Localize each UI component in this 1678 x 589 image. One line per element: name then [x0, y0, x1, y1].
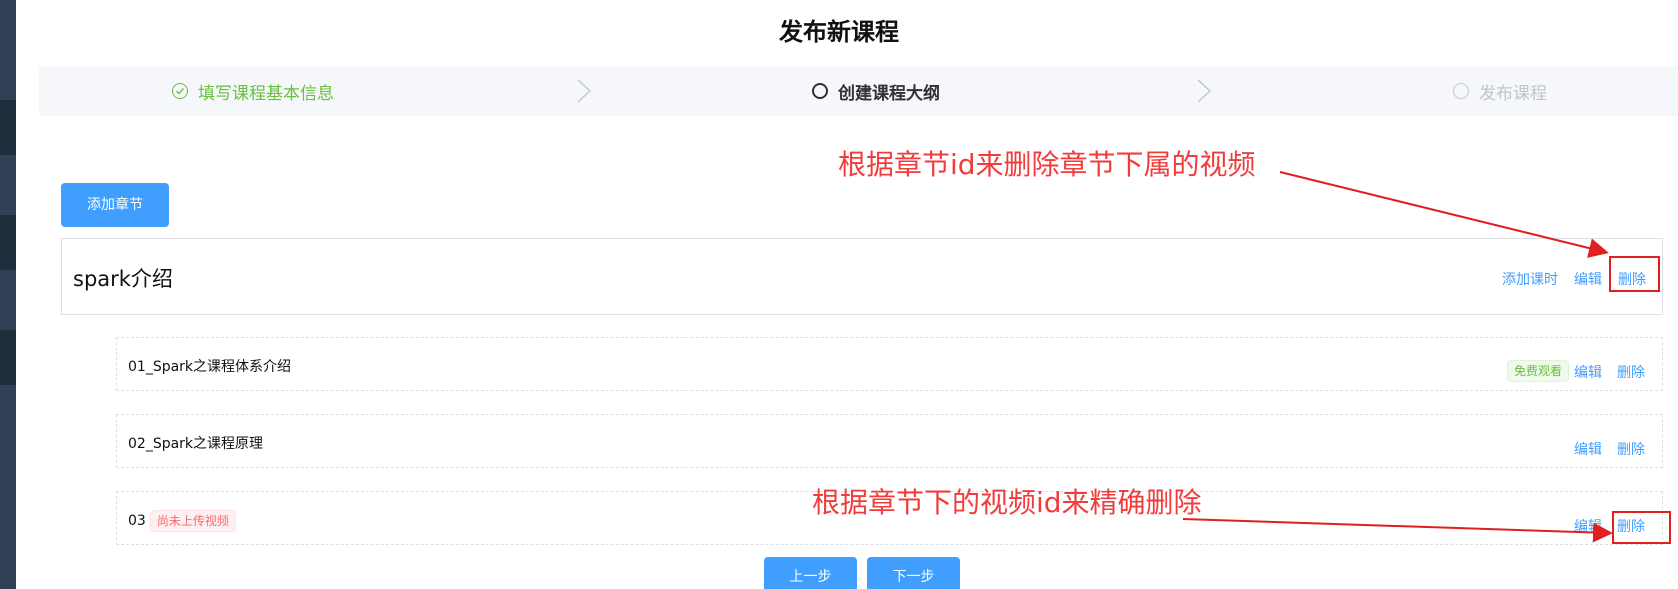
- chevron-right-icon: [571, 78, 597, 104]
- next-step-label: 下一步: [892, 569, 935, 585]
- add-lesson-link[interactable]: 添加课时: [1502, 269, 1558, 289]
- step-label: 填写课程基本信息: [198, 83, 334, 104]
- page: 发布新课程 填写课程基本信息 创建课程大纲 发布课程 添加章节 spark介绍 …: [0, 0, 1678, 589]
- circle-icon: [1453, 83, 1469, 99]
- edit-lesson-link[interactable]: 编辑: [1574, 439, 1602, 459]
- highlight-box-chapter-delete: [1609, 256, 1660, 292]
- add-chapter-button[interactable]: 添加章节: [61, 183, 169, 227]
- step-create-outline: 创建课程大纲: [812, 66, 940, 116]
- delete-lesson-link[interactable]: 删除: [1617, 362, 1645, 382]
- next-step-button[interactable]: 下一步: [867, 557, 960, 589]
- lesson-title-group: 03 尚未上传视频: [128, 510, 236, 532]
- lesson-row: 02_Spark之课程原理 编辑 删除: [116, 414, 1663, 468]
- chapter-title: spark介绍: [73, 267, 173, 291]
- edit-chapter-link[interactable]: 编辑: [1574, 269, 1602, 289]
- page-title: 发布新课程: [779, 18, 899, 46]
- step-publish: 发布课程: [1453, 66, 1547, 116]
- step-label: 创建课程大纲: [838, 83, 940, 104]
- video-not-uploaded-badge: 尚未上传视频: [149, 510, 236, 532]
- lesson-title: 01_Spark之课程体系介绍: [128, 359, 292, 375]
- chevron-right-icon: [1191, 78, 1217, 104]
- sidebar-strip: [0, 0, 16, 589]
- annotation-delete-lesson: 根据章节下的视频id来精确删除: [812, 486, 1202, 519]
- lesson-row: 01_Spark之课程体系介绍 免费观看 编辑 删除: [116, 337, 1663, 391]
- check-circle-icon: [172, 83, 188, 99]
- lesson-title: 03: [128, 513, 146, 529]
- edit-lesson-link[interactable]: 编辑: [1574, 516, 1602, 536]
- free-preview-badge: 免费观看: [1507, 360, 1570, 382]
- prev-step-button[interactable]: 上一步: [764, 557, 857, 589]
- lesson-title: 02_Spark之课程原理: [128, 436, 264, 452]
- step-basic-info: 填写课程基本信息: [172, 66, 334, 116]
- annotation-delete-chapter: 根据章节id来删除章节下属的视频: [838, 148, 1256, 181]
- prev-step-label: 上一步: [789, 569, 832, 585]
- highlight-box-lesson-delete: [1612, 511, 1671, 544]
- steps-bar: 填写课程基本信息 创建课程大纲 发布课程: [39, 66, 1678, 116]
- delete-lesson-link[interactable]: 删除: [1617, 439, 1645, 459]
- edit-lesson-link[interactable]: 编辑: [1574, 362, 1602, 382]
- step-label: 发布课程: [1479, 83, 1547, 104]
- chapter-item: spark介绍 添加课时 编辑 删除: [61, 238, 1663, 315]
- circle-icon: [812, 83, 828, 99]
